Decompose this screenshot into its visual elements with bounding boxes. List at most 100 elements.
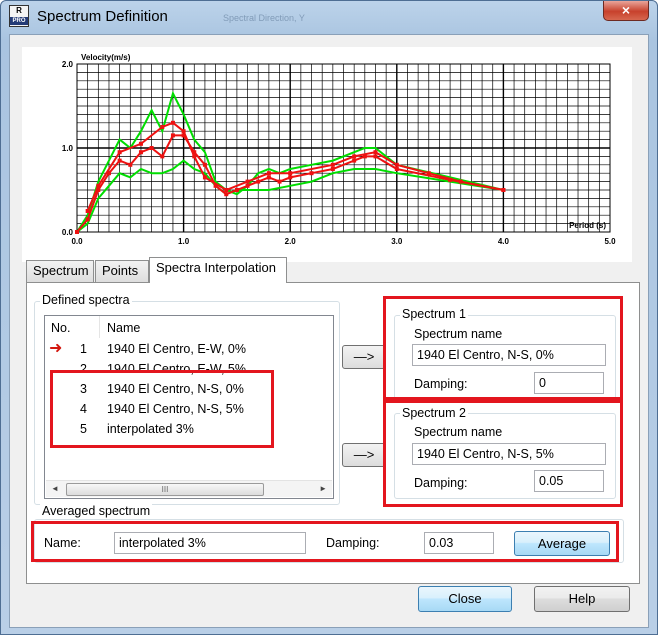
- tab-points[interactable]: Points: [95, 260, 149, 282]
- data-point: [149, 146, 154, 150]
- spectrum2-name-field[interactable]: 1940 El Centro, N-S, 5%: [412, 443, 606, 465]
- dialog-window: R PRO Spectrum Definition Spectral Direc…: [0, 0, 658, 635]
- list-item-name: 1940 El Centro, E-W, 5%: [107, 362, 246, 376]
- y-tick-label: 2.0: [62, 60, 74, 69]
- data-point: [202, 162, 207, 167]
- horizontal-scrollbar[interactable]: ◄ III ►: [46, 480, 332, 497]
- scroll-right-icon[interactable]: ►: [319, 484, 327, 493]
- close-window-button[interactable]: ×: [603, 1, 649, 21]
- averaged-damping-field[interactable]: 0.03: [424, 532, 494, 554]
- spectrum1-name-label: Spectrum name: [414, 327, 503, 341]
- data-point: [245, 179, 250, 184]
- list-item-no: 1: [80, 342, 87, 356]
- list-item[interactable]: 5 interpolated 3%: [45, 420, 333, 440]
- app-icon-pro: PRO: [10, 17, 28, 25]
- scrollbar-thumb[interactable]: III: [66, 483, 264, 496]
- data-point: [170, 120, 175, 125]
- data-point: [256, 179, 261, 184]
- tab-points-label: Points: [102, 263, 139, 278]
- list-item-name: 1940 El Centro, N-S, 0%: [107, 382, 244, 396]
- averaged-name-field[interactable]: interpolated 3%: [114, 532, 306, 554]
- list-item[interactable]: 4 1940 El Centro, N-S, 5%: [45, 400, 333, 420]
- data-point: [224, 188, 229, 192]
- data-point: [160, 125, 165, 129]
- tab-spectrum[interactable]: Spectrum: [26, 260, 94, 282]
- spectrum1-name-field[interactable]: 1940 El Centro, N-S, 0%: [412, 344, 606, 366]
- data-point: [85, 209, 90, 213]
- dialog-client: 0.0 1.0 2.0 3.0 4.0 5.0 0.0 1.0 2.0 Velocity(m/s)…: [9, 34, 649, 628]
- y-tick-label: 0.0: [62, 228, 74, 237]
- spectrum2-damping-field[interactable]: 0.05: [534, 470, 604, 492]
- data-point: [394, 167, 399, 171]
- x-tick-label: 4.0: [498, 237, 510, 246]
- data-point: [501, 188, 506, 192]
- data-point: [224, 192, 229, 197]
- data-point: [277, 179, 282, 184]
- x-tick-label: 3.0: [391, 237, 403, 246]
- help-button[interactable]: Help: [534, 586, 630, 612]
- set-spectrum2-button[interactable]: —>: [342, 443, 386, 467]
- close-button[interactable]: Close: [418, 586, 512, 612]
- data-point: [170, 133, 175, 138]
- y-tick-label: 1.0: [62, 144, 74, 153]
- data-point: [117, 158, 122, 163]
- data-point: [330, 162, 335, 167]
- data-point: [138, 141, 143, 146]
- data-point: [181, 129, 186, 134]
- column-header-no[interactable]: No.: [51, 321, 70, 335]
- data-point: [138, 150, 143, 155]
- app-icon: R PRO: [9, 5, 29, 27]
- current-row-arrow-icon: ➜: [49, 340, 63, 357]
- spectrum2-name-label: Spectrum name: [414, 425, 503, 439]
- spectrum-chart-svg: 0.0 1.0 2.0 3.0 4.0 5.0 0.0 1.0 2.0 Velocity(m/s)…: [62, 53, 616, 246]
- averaged-spectrum-title: Averaged spectrum: [40, 504, 153, 518]
- data-point: [394, 162, 399, 167]
- list-item-no: 4: [80, 402, 87, 416]
- data-point: [373, 150, 378, 155]
- y-axis-label: Velocity(m/s): [81, 53, 131, 62]
- tab-spectrum-label: Spectrum: [33, 263, 89, 278]
- data-point: [458, 179, 463, 184]
- data-point: [234, 188, 239, 192]
- data-point: [288, 171, 293, 176]
- tab-spectra-interpolation[interactable]: Spectra Interpolation: [149, 257, 287, 283]
- list-item-name: interpolated 3%: [107, 422, 194, 436]
- data-point: [309, 171, 314, 176]
- scroll-left-icon[interactable]: ◄: [51, 484, 59, 493]
- spectrum-chart: 0.0 1.0 2.0 3.0 4.0 5.0 0.0 1.0 2.0 Velocity(m/s)…: [22, 47, 632, 262]
- spectrum1-damping-field[interactable]: 0: [534, 372, 604, 394]
- title-bar[interactable]: R PRO Spectrum Definition Spectral Direc…: [1, 1, 657, 33]
- x-axis-label: Period (s): [569, 221, 606, 230]
- data-point: [96, 183, 101, 188]
- list-item[interactable]: 2 1940 El Centro, E-W, 5%: [45, 360, 333, 380]
- data-point: [245, 183, 250, 188]
- app-icon-letter: R: [16, 6, 22, 15]
- data-point: [117, 150, 122, 155]
- list-item-no: 5: [80, 422, 87, 436]
- data-point: [75, 230, 79, 234]
- data-point: [202, 175, 207, 180]
- set-spectrum1-button[interactable]: —>: [342, 345, 386, 369]
- tab-spectra-interpolation-label: Spectra Interpolation: [156, 260, 276, 275]
- spectra-list[interactable]: No. Name ➜ 1 1940 El Centro, E-W, 0% 2 1…: [44, 315, 334, 499]
- list-item[interactable]: ➜ 1 1940 El Centro, E-W, 0%: [45, 340, 333, 360]
- spectrum2-title: Spectrum 2: [400, 406, 468, 420]
- spectrum2-damping-label: Damping:: [414, 476, 468, 490]
- spectrum1-damping-label: Damping:: [414, 377, 468, 391]
- data-point: [128, 162, 133, 167]
- list-item[interactable]: 3 1940 El Centro, N-S, 0%: [45, 380, 333, 400]
- data-point: [352, 154, 357, 159]
- data-point: [266, 175, 271, 180]
- x-tick-label: 2.0: [285, 237, 297, 246]
- list-header: No. Name: [45, 316, 333, 338]
- data-point: [330, 167, 335, 171]
- column-header-name[interactable]: Name: [107, 321, 140, 335]
- data-point: [288, 175, 293, 180]
- average-button[interactable]: Average: [514, 531, 610, 556]
- spectrum1-title: Spectrum 1: [400, 307, 468, 321]
- x-tick-label: 1.0: [178, 237, 190, 246]
- data-point: [160, 154, 165, 159]
- data-point: [266, 171, 271, 176]
- data-point: [373, 154, 378, 159]
- data-point: [426, 171, 431, 176]
